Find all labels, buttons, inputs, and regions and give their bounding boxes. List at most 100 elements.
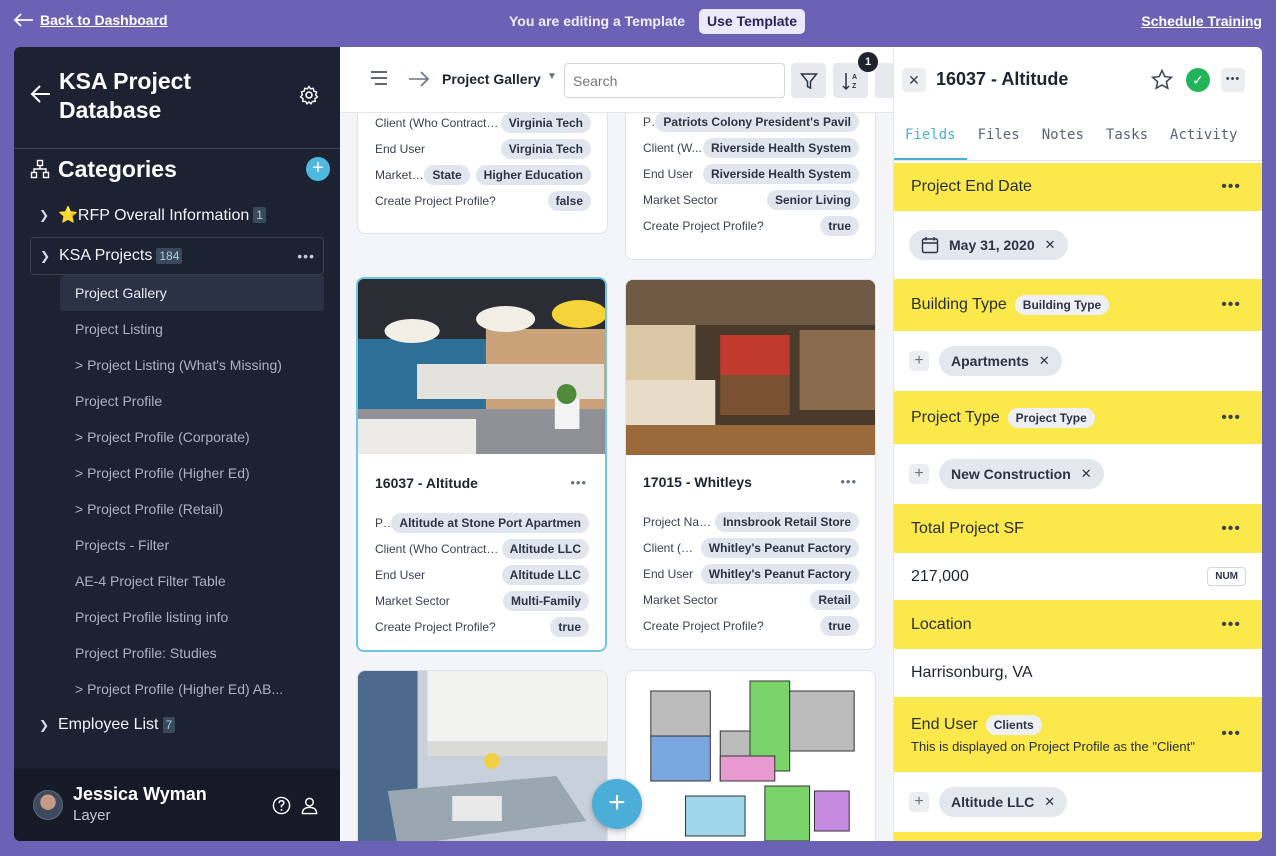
field-value-location[interactable]: Harrisonburg, VA [894,649,1262,697]
gallery-card-altitude[interactable]: 16037 - Altitude ••• Projec...Altitude a… [356,277,607,652]
more-icon[interactable]: ••• [1221,178,1241,196]
sidebar-view[interactable]: Project Profile: Studies [30,635,324,671]
avatar[interactable] [33,790,63,820]
card-field-row: Market Sector Retail [643,587,859,613]
field-label: Project Type [911,408,1000,426]
use-template-button[interactable]: Use Template [699,9,805,34]
card-field-row: Market ... State Higher Education [375,162,591,188]
sidebar-view[interactable]: AE-4 Project Filter Table [30,563,324,599]
text-value: Harrisonburg, VA [911,664,1033,681]
user-icon[interactable] [300,796,319,815]
sidebar-view[interactable]: Project Profile [30,383,324,419]
sidebar-item-label: ⭐RFP Overall Information [58,207,250,224]
more-icon[interactable]: ••• [1221,725,1241,743]
database-title: KSA Project Database [59,68,192,123]
chevron-right-icon[interactable]: ❯ [30,208,58,222]
card-field-row: Create Project Profile? true [643,613,859,639]
plus-icon[interactable]: + [909,351,929,371]
sidebar-item-ksa-projects[interactable]: ❯ KSA Projects 184 ••• [30,237,324,275]
item-count-badge: 184 [156,248,183,264]
more-icon[interactable]: ••• [1221,520,1241,538]
more-icon[interactable]: ••• [1221,616,1241,634]
number-type-badge: NUM [1207,567,1246,586]
filter-icon [799,72,818,89]
sidebar-item-employee-list[interactable]: ❯ Employee List 7 [30,707,324,743]
arrow-left-icon[interactable] [30,83,52,105]
chevron-down-icon[interactable]: ❯ [31,249,59,263]
tab-notes[interactable]: Notes [1031,121,1095,160]
sort-icon: AZ [841,72,857,90]
sidebar-view[interactable]: Projects - Filter [30,527,324,563]
close-icon[interactable]: ✕ [1081,466,1092,482]
close-icon[interactable]: ✕ [1044,794,1055,810]
gallery-card[interactable] [625,670,876,841]
field-label: End User [911,716,978,733]
more-icon[interactable]: ••• [570,475,587,490]
date-chip[interactable]: May 31, 2020 ✕ [909,230,1068,260]
menu-icon[interactable] [370,71,388,85]
gear-icon[interactable] [299,85,319,105]
close-icon[interactable]: ✕ [1045,237,1056,253]
add-record-button[interactable]: + [592,779,642,829]
sidebar-view-project-gallery[interactable]: Project Gallery [60,275,324,311]
more-icon[interactable]: ••• [840,474,857,489]
categories-header: Categories + [30,152,330,186]
sidebar-view[interactable]: > Project Listing (What's Missing) [30,347,324,383]
group-button[interactable] [875,63,893,98]
tab-fields[interactable]: Fields [894,121,967,160]
search-input[interactable] [564,63,785,98]
linked-record-chip[interactable]: Apartments ✕ [939,346,1062,376]
svg-text:A: A [852,74,857,81]
calendar-icon [921,237,939,254]
help-icon[interactable] [272,796,291,815]
field-header-end-user: End User Clients This is displayed on Pr… [894,697,1262,772]
field-value-total-sf[interactable]: 217,000 NUM [894,553,1262,600]
more-icon[interactable]: ••• [297,248,315,264]
user-footer: Jessica Wyman Layer [14,769,340,841]
field-link-tag[interactable]: Project Type [1007,407,1095,428]
gallery-card[interactable] [357,670,608,841]
category-tree: ❯ ⭐RFP Overall Information 1 ❯ KSA Proje… [30,197,324,743]
editing-template-notice: You are editing a Template [509,13,686,29]
sidebar-item-rfp[interactable]: ❯ ⭐RFP Overall Information 1 [30,197,324,233]
sidebar-view[interactable]: Project Listing [30,311,324,347]
close-icon[interactable]: ✕ [1039,353,1050,369]
tab-files[interactable]: Files [967,121,1031,160]
field-label: Building Type [911,296,1007,313]
sidebar-view[interactable]: > Project Profile (Higher Ed) AB... [30,671,324,707]
arrow-right-icon[interactable] [408,70,430,88]
gallery-card-whitleys[interactable]: 17015 - Whitleys ••• Project Name Innsbro… [625,279,876,650]
plus-icon[interactable]: + [909,792,929,812]
sidebar-view[interactable]: > Project Profile (Corporate) [30,419,324,455]
more-icon[interactable]: ••• [1221,409,1241,427]
linked-record-chip[interactable]: New Construction ✕ [939,459,1104,489]
sidebar-view[interactable]: > Project Profile (Retail) [30,491,324,527]
record-detail-panel: ✕ 16037 - Altitude ✓ ••• Fields Files No… [893,47,1262,841]
star-icon[interactable] [1150,68,1174,92]
back-to-dashboard-label: Back to Dashboard [40,12,168,28]
card-field-row: End User Riverside Health System [643,161,859,187]
more-icon[interactable]: ••• [1221,296,1241,314]
item-count-badge: 7 [162,717,176,733]
view-selector[interactable]: Project Gallery [442,71,541,87]
tab-tasks[interactable]: Tasks [1095,121,1159,160]
sidebar-view[interactable]: > Project Profile (Higher Ed) [30,455,324,491]
schedule-training-link[interactable]: Schedule Training [1141,13,1262,29]
filter-button[interactable] [791,63,826,98]
field-link-tag[interactable]: Clients [985,715,1042,735]
back-to-dashboard-link[interactable]: Back to Dashboard [14,12,168,28]
linked-record-chip[interactable]: Altitude LLC ✕ [939,787,1068,817]
chevron-right-icon[interactable]: ❯ [30,718,58,732]
plus-icon[interactable]: + [909,464,929,484]
field-value-end-date: May 31, 2020 ✕ [894,211,1262,279]
chevron-down-icon[interactable]: ▼ [547,71,557,82]
card-title: 17015 - Whitleys [643,474,752,490]
sidebar-item-label: KSA Projects [59,247,153,264]
sidebar-view[interactable]: Project Profile listing info [30,599,324,635]
field-link-tag[interactable]: Building Type [1014,295,1110,315]
tab-activity[interactable]: Activity [1159,121,1248,160]
close-icon[interactable]: ✕ [902,68,926,92]
check-icon[interactable]: ✓ [1186,68,1210,92]
more-icon[interactable]: ••• [1221,68,1245,92]
add-category-button[interactable]: + [306,157,330,181]
